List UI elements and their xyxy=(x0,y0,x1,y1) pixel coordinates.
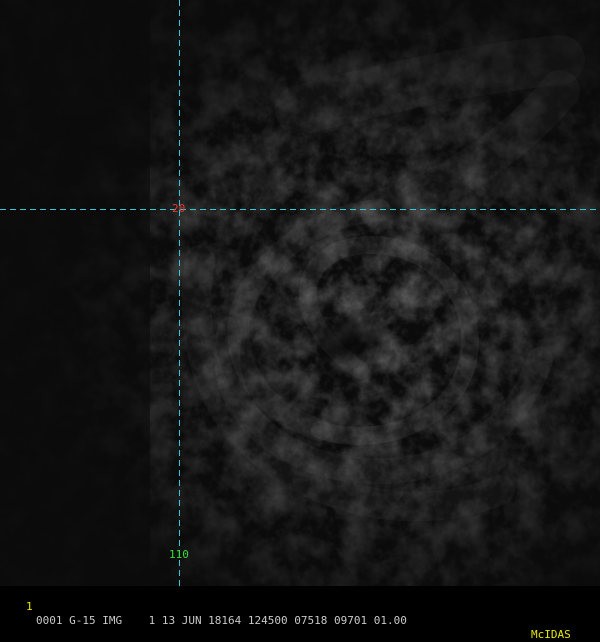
longitude-label: 110 xyxy=(169,548,189,561)
status-bar: 1 0001 G-15 IMG 1 13 JUN 18164 124500 07… xyxy=(0,586,600,641)
storm-eye xyxy=(308,310,392,370)
mcidas-brand: McIDAS xyxy=(531,628,571,641)
frame-number: 1 xyxy=(26,600,33,613)
satellite-image-viewer xyxy=(0,0,600,600)
image-info-text: 0001 G-15 IMG 1 13 JUN 18164 124500 0751… xyxy=(36,614,407,627)
latitude-label: 20 xyxy=(172,202,186,215)
